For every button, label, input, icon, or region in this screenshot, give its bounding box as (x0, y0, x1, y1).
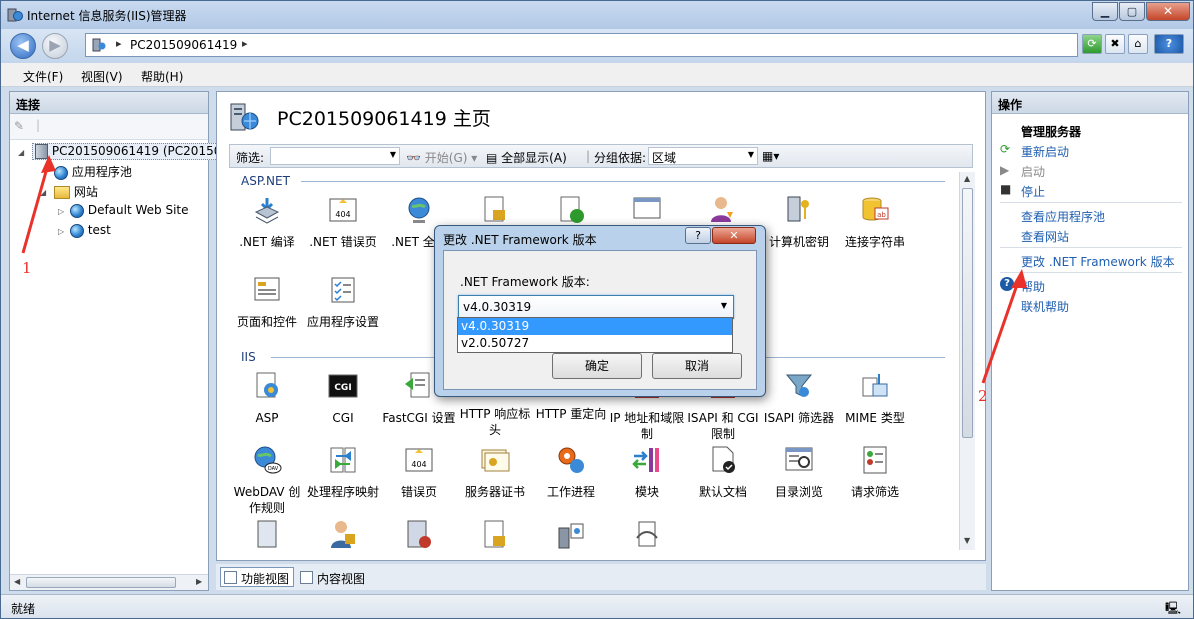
framework-version-select[interactable]: v4.0.30319 ▼ (458, 295, 734, 319)
dialog-close-button[interactable]: ✕ (712, 227, 756, 244)
change-framework-dialog: 更改 .NET Framework 版本 ? ✕ .NET Framework … (434, 225, 766, 397)
ok-button[interactable]: 确定 (552, 353, 642, 379)
framework-option[interactable]: v2.0.50727 (458, 335, 732, 352)
annotation-2: 2 (978, 387, 988, 405)
dropdown-arrow-icon: ▼ (720, 301, 727, 310)
framework-version-dropdown-list: v4.0.30319 v2.0.50727 (457, 317, 733, 353)
iis-manager-window: Internet 信息服务(IIS)管理器 ▁ ▢ ✕ ◀ ▶ ▸ PC2015… (0, 0, 1194, 619)
framework-version-label: .NET Framework 版本: (460, 275, 590, 289)
framework-option[interactable]: v4.0.30319 (458, 318, 732, 335)
cancel-button[interactable]: 取消 (652, 353, 742, 379)
dialog-help-button[interactable]: ? (685, 227, 711, 244)
dialog-title: 更改 .NET Framework 版本 (443, 233, 597, 247)
framework-version-value: v4.0.30319 (463, 300, 532, 314)
annotation-1: 1 (22, 259, 32, 277)
